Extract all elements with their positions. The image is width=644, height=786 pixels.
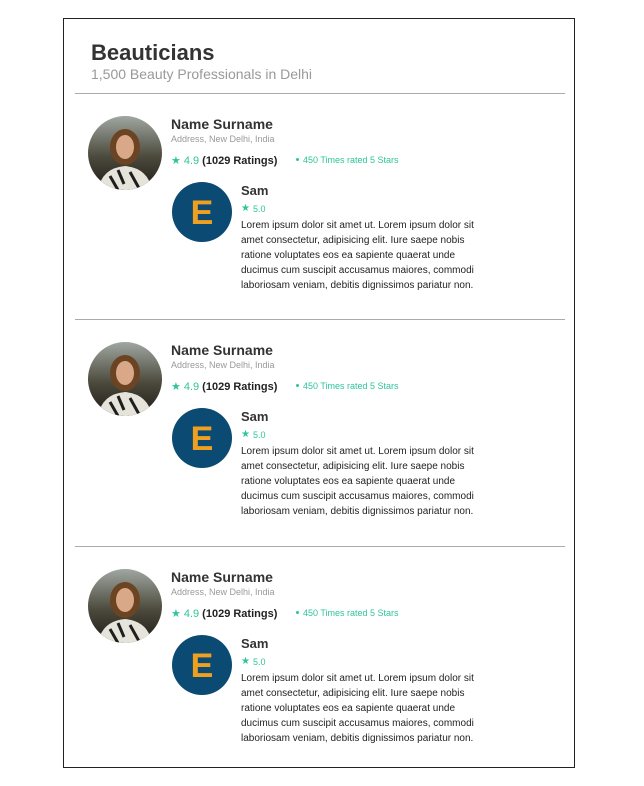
rating-summary: ★ 4.9 (1029 Ratings) (171, 607, 278, 621)
review-score: 5.0 (252, 656, 266, 667)
beautician-avatar[interactable] (88, 342, 162, 416)
ratings-count: (1029 Ratings) (202, 154, 278, 167)
reviewer-initial: E (191, 420, 214, 458)
review-text: Lorem ipsum dolor sit amet ut. Lorem ips… (241, 446, 474, 517)
beauticians-panel: Beauticians 1,500 Beauty Professionals i… (63, 18, 575, 768)
review-text: Lorem ipsum dolor sit amet ut. Lorem ips… (241, 673, 474, 744)
star-icon: ★ (241, 656, 250, 667)
star-icon: ★ (241, 203, 250, 214)
rating-summary: ★ 4.9 (1029 Ratings) (171, 154, 278, 168)
review-rating: ★ 5.0 (241, 203, 268, 214)
review-rating: ★ 5.0 (241, 656, 268, 667)
ratings-count: (1029 Ratings) (202, 607, 278, 620)
five-star-count: 450 Times rated 5 Stars (303, 155, 399, 165)
reviewer-initial: E (191, 194, 214, 232)
page-subtitle: 1,500 Beauty Professionals in Delhi (91, 66, 313, 82)
reviewer-name: Sam (241, 183, 269, 198)
beautician-name[interactable]: Name Surname (171, 569, 273, 585)
star-icon: ★ (241, 429, 250, 440)
beautician-card[interactable]: Name Surname Address, New Delhi, India ★… (64, 94, 576, 320)
star-icon: ★ (171, 381, 181, 393)
review-text: Lorem ipsum dolor sit amet ut. Lorem ips… (241, 220, 474, 291)
reviewer-avatar[interactable]: E (172, 182, 232, 242)
bullet-dot (296, 384, 299, 387)
bullet-dot (296, 611, 299, 614)
rating-score: 4.9 (183, 154, 200, 167)
reviewer-avatar[interactable]: E (172, 635, 232, 695)
review-score: 5.0 (252, 429, 266, 440)
beautician-address: Address, New Delhi, India (171, 134, 275, 144)
beautician-address: Address, New Delhi, India (171, 360, 275, 370)
review-score: 5.0 (252, 203, 266, 214)
rating-score: 4.9 (183, 607, 200, 620)
rating-summary: ★ 4.9 (1029 Ratings) (171, 380, 278, 394)
review-rating: ★ 5.0 (241, 429, 268, 440)
beautician-card[interactable]: Name Surname Address, New Delhi, India ★… (64, 320, 576, 546)
bullet-dot (296, 158, 299, 161)
rating-score: 4.9 (183, 380, 200, 393)
five-star-count: 450 Times rated 5 Stars (303, 381, 399, 391)
reviewer-name: Sam (241, 636, 269, 651)
star-icon: ★ (171, 155, 181, 167)
beautician-avatar[interactable] (88, 569, 162, 643)
reviewer-avatar[interactable]: E (172, 408, 232, 468)
five-star-count: 450 Times rated 5 Stars (303, 608, 399, 618)
page-title: Beauticians (91, 40, 215, 65)
reviewer-initial: E (191, 647, 214, 685)
beautician-name[interactable]: Name Surname (171, 116, 273, 132)
beautician-card[interactable]: Name Surname Address, New Delhi, India ★… (64, 547, 576, 773)
beautician-name[interactable]: Name Surname (171, 342, 273, 358)
beautician-address: Address, New Delhi, India (171, 587, 275, 597)
reviewer-name: Sam (241, 409, 269, 424)
ratings-count: (1029 Ratings) (202, 380, 278, 393)
beautician-avatar[interactable] (88, 116, 162, 190)
star-icon: ★ (171, 608, 181, 620)
